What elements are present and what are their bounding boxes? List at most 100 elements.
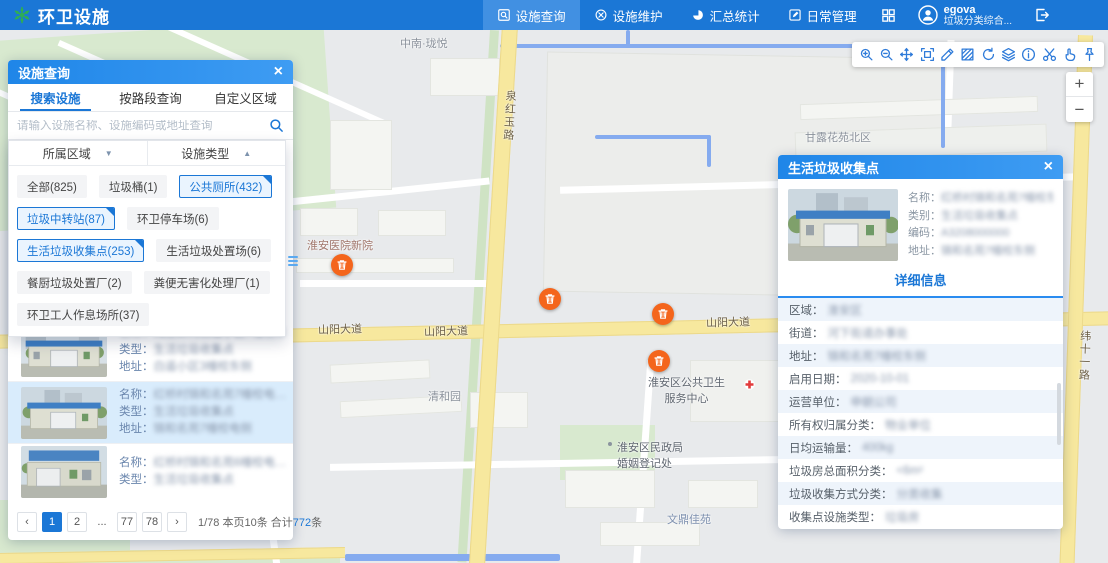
trash-icon (544, 293, 556, 305)
map-zoom-out-button[interactable]: − (1066, 97, 1093, 122)
logout-icon[interactable] (1034, 7, 1050, 23)
page-button-1[interactable]: 1 (42, 512, 62, 532)
trash-marker[interactable] (539, 288, 561, 310)
nav-statistics[interactable]: 汇总统计 (677, 0, 774, 30)
left-panel-tabs: 搜索设施 按路段查询 自定义区域 (8, 84, 293, 112)
poi-dot (608, 442, 612, 446)
page-button-2[interactable]: 2 (67, 512, 87, 532)
detail-row: 日均运输量：400kg (778, 436, 1063, 459)
road-label: 泉红玉路 (499, 90, 518, 143)
scrollbar-thumb[interactable] (1057, 383, 1061, 445)
field-value: <6m² (897, 465, 924, 477)
facility-address: 锦和名苑7幢校东侧 (941, 243, 1035, 261)
tab-search-facility[interactable]: 搜索设施 (8, 84, 103, 111)
total-count: 772 (293, 517, 311, 529)
page-size: 本页10条 (222, 517, 267, 529)
chip-worker-rest-area[interactable]: 环卫工人作息场所(37) (17, 303, 149, 326)
pin-icon[interactable] (1081, 46, 1099, 64)
facility-detail-panel: 生活垃圾收集点 × 名称：红桥村锦和名苑7幢校东侧01垃圾收… 类别：生活垃圾收… (778, 155, 1063, 529)
summary-fields: 名称：红桥村锦和名苑7幢校东侧01垃圾收… 类别：生活垃圾收集点 编码：A320… (908, 189, 1053, 261)
chip-parking-lot[interactable]: 环卫停车场(6) (127, 207, 219, 230)
list-item[interactable]: 名称：红桥村锦和名苑6幢校电… 类型：生活垃圾收集点 (8, 444, 293, 500)
prev-page-button[interactable]: ‹ (17, 512, 37, 532)
measure-icon[interactable] (938, 46, 956, 64)
chip-disposal-site[interactable]: 生活垃圾处置场(6) (156, 239, 271, 262)
tab-by-road[interactable]: 按路段查询 (103, 84, 198, 111)
map-shape (330, 359, 431, 383)
nav-daily-manage[interactable]: 日常管理 (774, 0, 871, 30)
trash-marker[interactable] (331, 254, 353, 276)
field-label: 运营单位： (789, 394, 847, 410)
facility-type: 生活垃圾收集点 (154, 342, 235, 359)
map-shape (330, 456, 780, 471)
refresh-icon[interactable] (979, 46, 997, 64)
layers-icon[interactable] (999, 46, 1017, 64)
field-value: 分类收集 (897, 486, 943, 502)
panel-collapse-handle[interactable] (288, 256, 298, 266)
field-label: 名称： (119, 455, 154, 472)
detail-fields: 区域：淮安区 街道：河下街道办事处 地址：锦和名苑7幢校东侧 启用日期：2020… (778, 298, 1063, 528)
trash-marker[interactable] (652, 303, 674, 325)
field-label: 收集点设施类型： (789, 509, 881, 525)
chip-public-toilet[interactable]: 公共厕所(432) (179, 175, 272, 198)
map-label-residence: 甘露花苑北区 (805, 129, 871, 145)
left-panel-header: 设施查询 × (8, 60, 293, 84)
map-zoom-in-button[interactable]: + (1066, 72, 1093, 97)
trash-marker[interactable] (648, 350, 670, 372)
map-shape (626, 30, 630, 46)
facility-type: 生活垃圾收集点 (154, 472, 235, 489)
select-hand-icon[interactable] (1060, 46, 1078, 64)
detail-row: 垃圾房总面积分类：<6m² (778, 459, 1063, 482)
zoom-in-icon[interactable] (857, 46, 875, 64)
chip-transfer-station[interactable]: 垃圾中转站(87) (17, 207, 115, 230)
page-button-77[interactable]: 77 (117, 512, 137, 532)
cut-icon[interactable] (1040, 46, 1058, 64)
detail-row: 地址：锦和名苑7幢校东侧 (778, 344, 1063, 367)
detail-panel-title: 生活垃圾收集点 (788, 158, 879, 177)
full-extent-icon[interactable] (918, 46, 936, 64)
polygon-select-icon[interactable] (959, 46, 977, 64)
map-shape (300, 208, 358, 236)
user-menu[interactable]: egova 垃圾分类综合... (918, 4, 1012, 27)
nav-facility-maintain[interactable]: 设施维护 (580, 0, 677, 30)
next-page-button[interactable]: › (167, 512, 187, 532)
type-dropdown[interactable]: 设施类型 ▲ (148, 141, 286, 165)
chip-all[interactable]: 全部(825) (17, 175, 87, 198)
chip-trash-bin[interactable]: 垃圾桶(1) (99, 175, 168, 198)
list-item-selected[interactable]: 名称：红桥村锦和名苑7幢校电… 类型：生活垃圾收集点 地址：锦和名苑7幢校电侧 (8, 382, 293, 444)
app-title: 环卫设施 (38, 3, 110, 28)
detail-panel-header: 生活垃圾收集点 × (778, 155, 1063, 179)
nav-label: 设施查询 (516, 6, 566, 25)
search-input[interactable] (17, 120, 269, 132)
filter-dropdown-header: 所属区域 ▼ 设施类型 ▲ (9, 141, 285, 166)
field-label: 启用日期： (789, 371, 847, 387)
zoom-out-icon[interactable] (877, 46, 895, 64)
detail-row: 所有权归属分类：物业单位 (778, 413, 1063, 436)
app-grid-icon[interactable] (881, 8, 896, 23)
chip-kitchen-waste-plant[interactable]: 餐厨垃圾处置厂(2) (17, 271, 132, 294)
page-button-78[interactable]: 78 (142, 512, 162, 532)
map-shape (430, 58, 500, 96)
chip-collection-point[interactable]: 生活垃圾收集点(253) (17, 239, 144, 262)
road-label: 山阳大道 (424, 322, 468, 339)
detail-info-tab[interactable]: 详细信息 (778, 270, 1063, 298)
tab-custom-area[interactable]: 自定义区域 (198, 84, 293, 111)
pan-icon[interactable] (898, 46, 916, 64)
detail-row: 收集点设施类型：垃圾房 (778, 505, 1063, 528)
nav-facility-query[interactable]: 设施查询 (483, 0, 580, 30)
facility-name: 红桥村锦和名苑6幢校电… (154, 455, 286, 472)
search-icon[interactable] (269, 118, 284, 133)
field-label: 类型： (119, 342, 154, 359)
chip-feces-plant[interactable]: 粪便无害化处理厂(1) (144, 271, 270, 294)
field-value: 垃圾房 (885, 509, 920, 525)
close-icon[interactable]: × (274, 64, 283, 80)
info-icon[interactable] (1020, 46, 1038, 64)
close-icon[interactable]: × (1044, 159, 1053, 175)
region-dropdown[interactable]: 所属区域 ▼ (9, 141, 148, 165)
facility-photo (788, 189, 898, 261)
field-label: 类型： (119, 472, 154, 489)
detail-row: 垃圾收集方式分类：分类收集 (778, 482, 1063, 505)
search-bar (8, 112, 293, 140)
detail-row: 启用日期：2020-10-01 (778, 367, 1063, 390)
facility-code: A3208000000 (941, 225, 1010, 243)
